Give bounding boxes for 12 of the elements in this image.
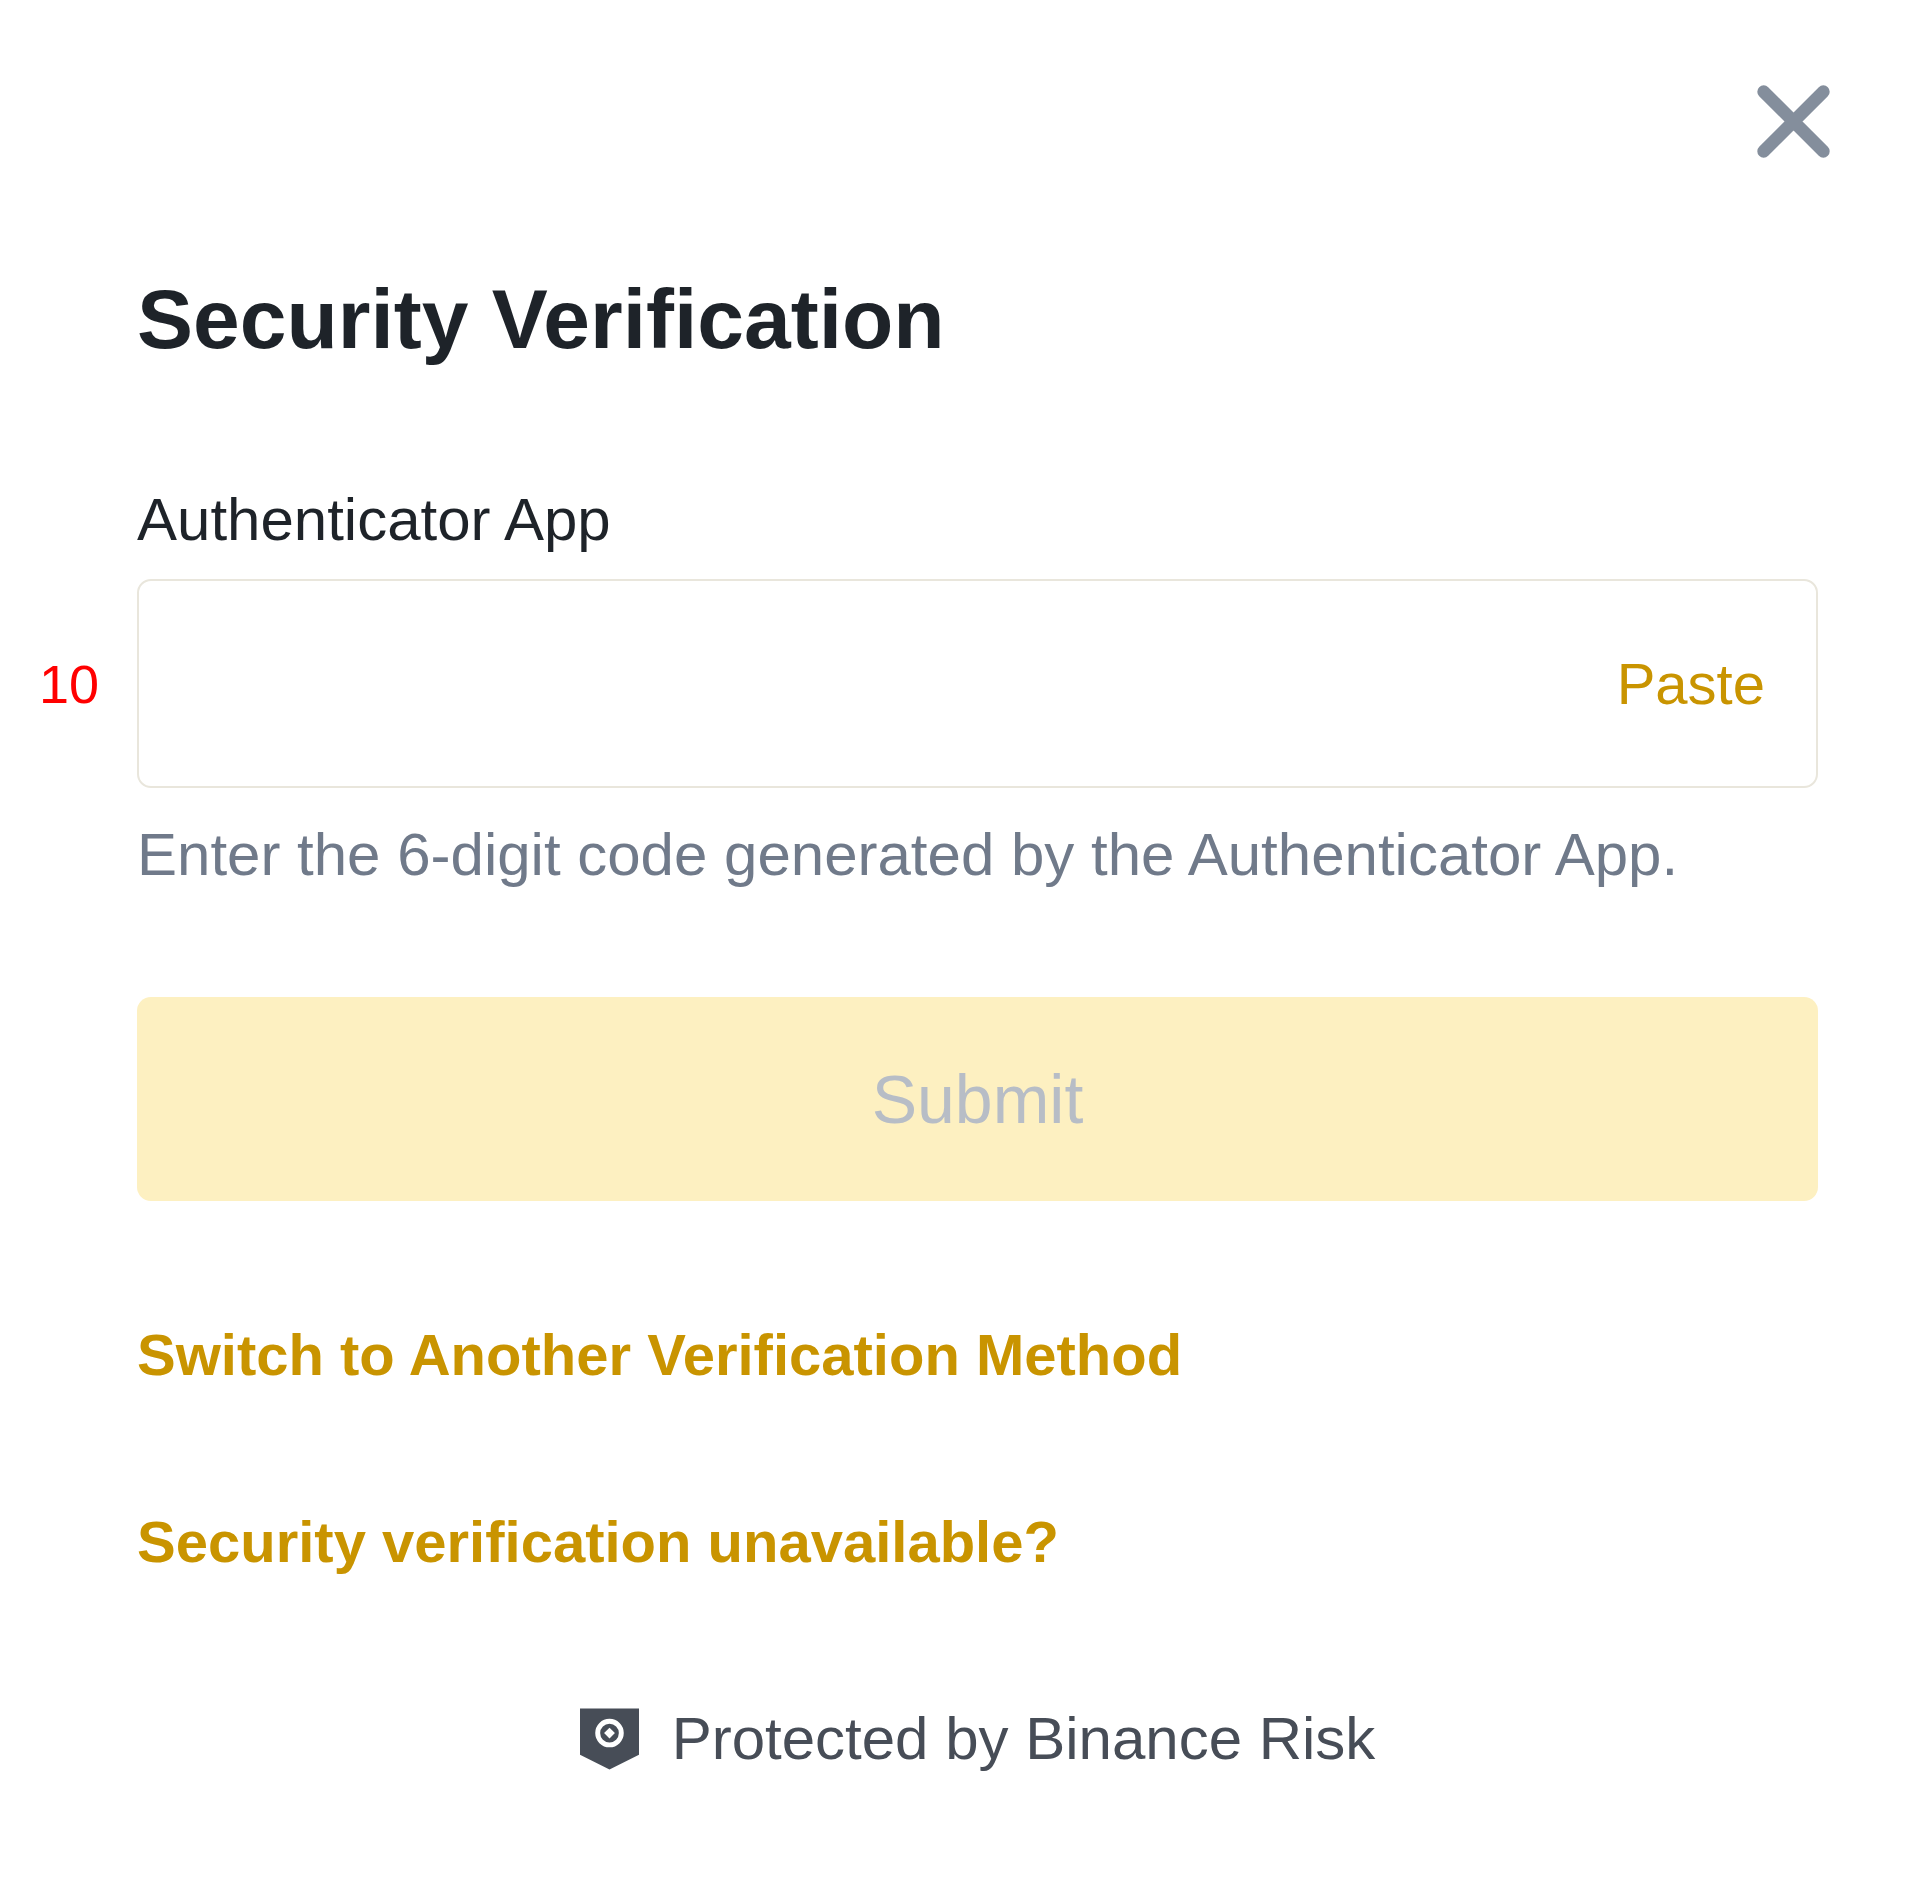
footer-text: Protected by Binance Risk xyxy=(671,1704,1376,1774)
close-button[interactable] xyxy=(1757,85,1830,158)
annotation-number: 10 xyxy=(38,653,100,714)
field-label: Authenticator App xyxy=(137,485,612,555)
code-input-field[interactable]: Paste xyxy=(137,579,1818,788)
text-link[interactable]: Security verification unavailable? xyxy=(137,1507,1059,1577)
paste-button[interactable]: Paste xyxy=(1616,648,1765,719)
shield-icon xyxy=(579,1708,639,1770)
close-icon xyxy=(1757,85,1830,158)
dialog-title: Security Verification xyxy=(137,271,946,368)
hint-text: Enter the 6-digit code generated by the Authenticator App. xyxy=(137,820,1680,890)
text-link[interactable]: Switch to Another Verification Method xyxy=(137,1320,1183,1390)
